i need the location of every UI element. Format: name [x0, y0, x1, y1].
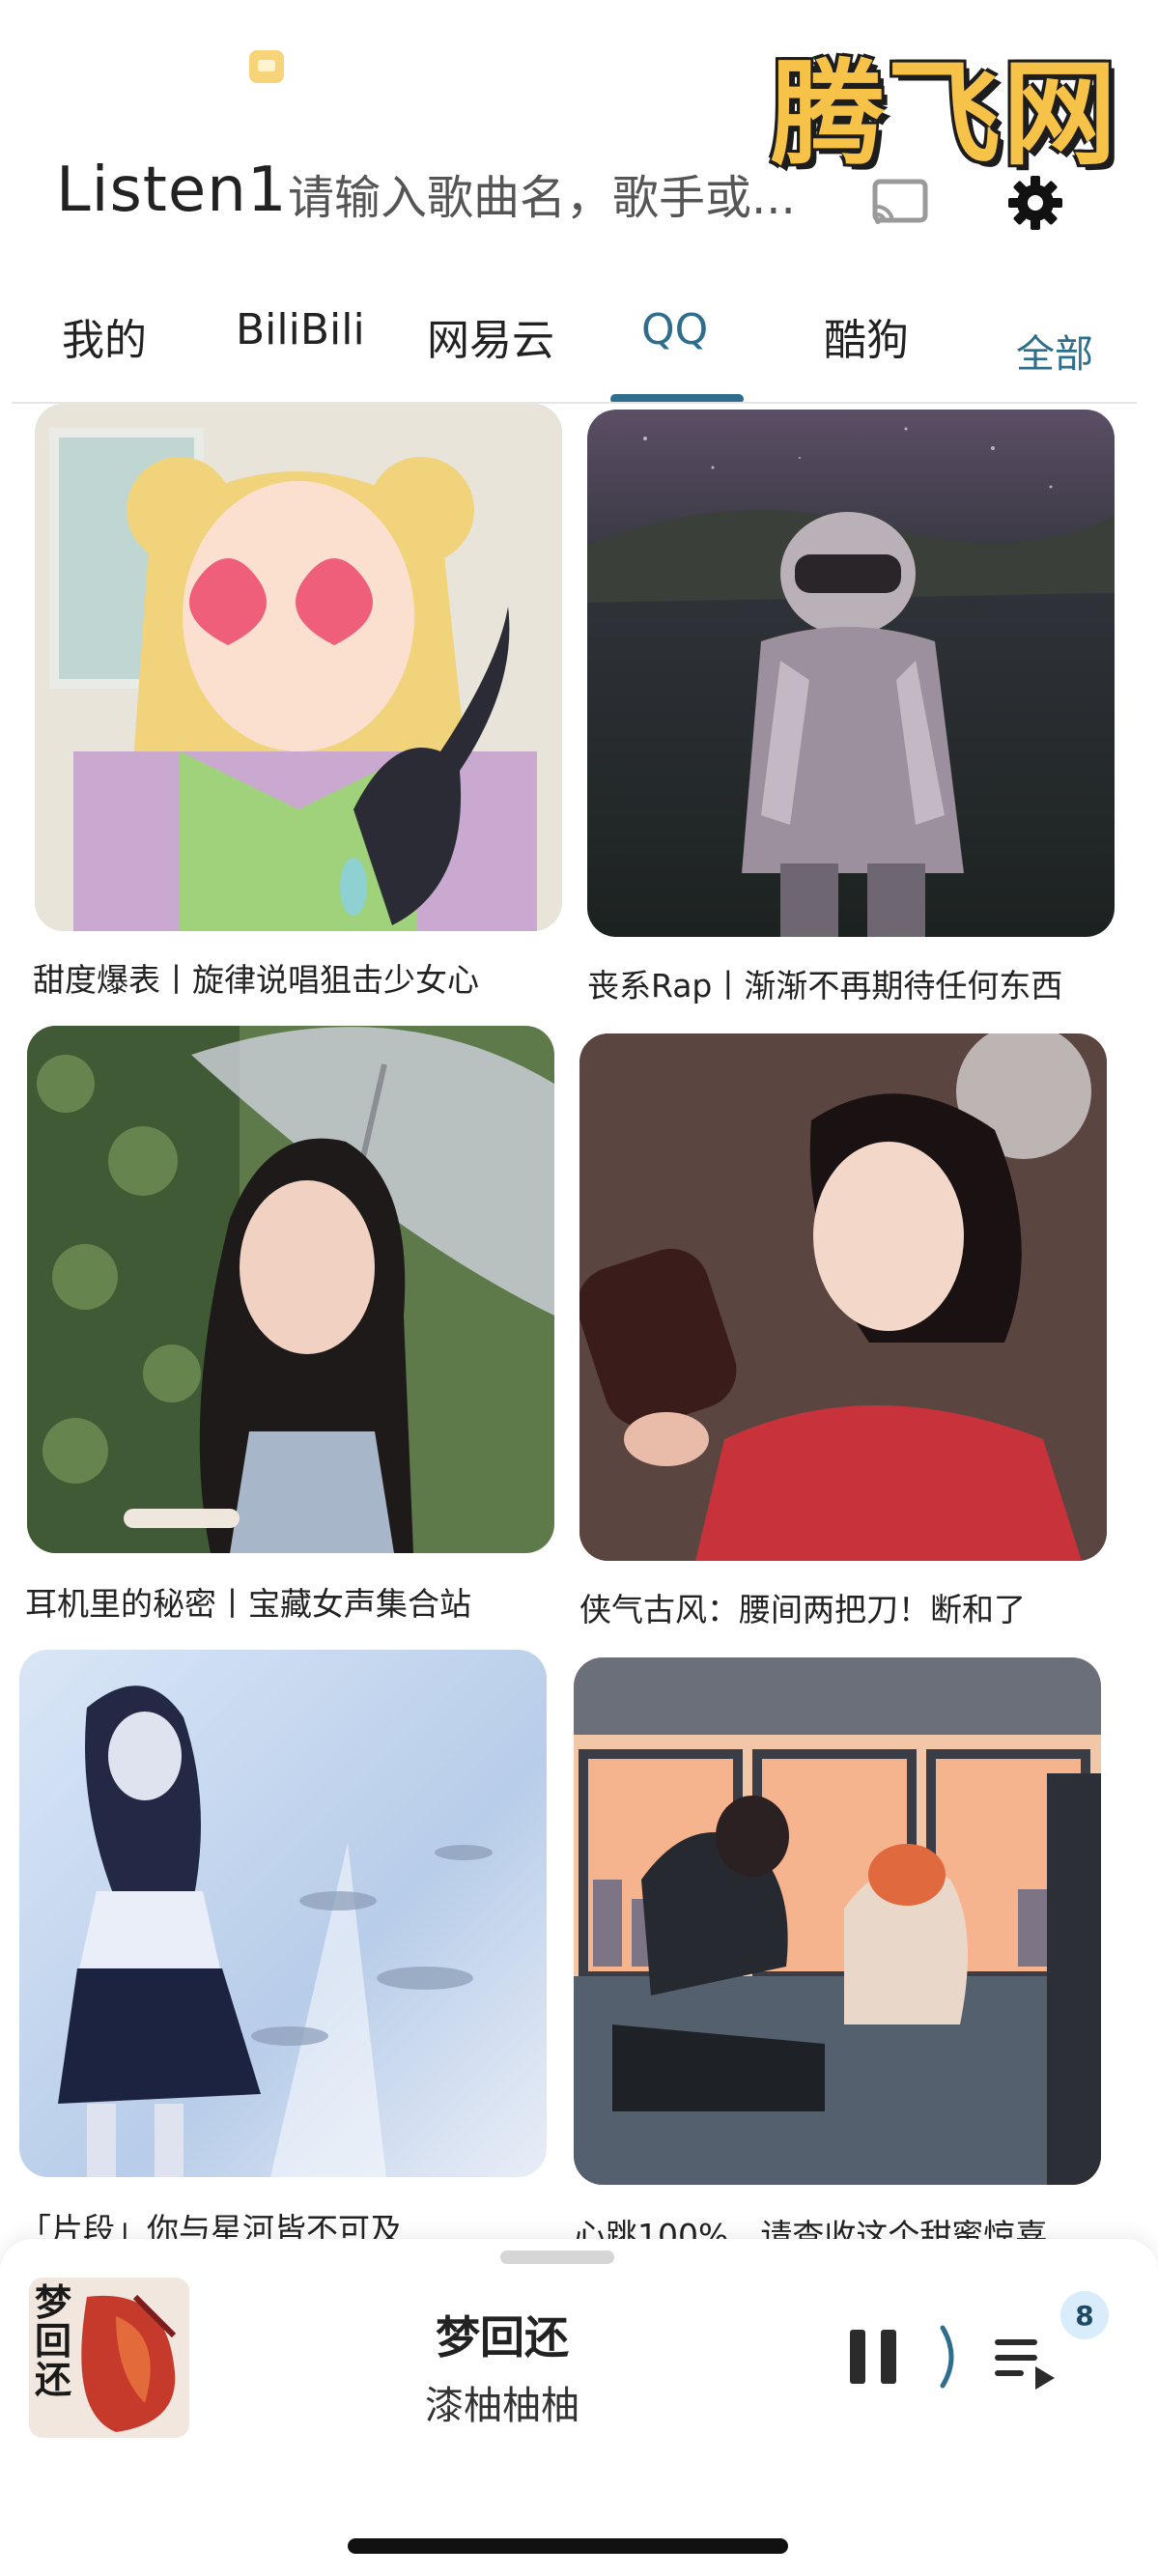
search-input[interactable]: [288, 164, 809, 232]
queue-icon[interactable]: [993, 2335, 1060, 2390]
playlist-cover-6[interactable]: [574, 1657, 1101, 2185]
playlist-cover-3[interactable]: [27, 1026, 554, 1553]
playlist-cover-2[interactable]: [587, 410, 1115, 937]
playlist-title-3[interactable]: 耳机里的秘密丨宝藏女声集合站: [25, 1578, 471, 1625]
queue-count-badge: 8: [1060, 2291, 1109, 2339]
watermark-logo: 腾飞网: [770, 46, 1118, 181]
playlist-cover-5[interactable]: [19, 1650, 547, 2177]
app-title: Listen1: [56, 155, 288, 226]
tab-netease[interactable]: 网易云: [427, 305, 554, 367]
tab-qq[interactable]: QQ: [641, 305, 708, 354]
home-indicator[interactable]: [348, 2538, 788, 2554]
next-icon[interactable]: [935, 2322, 964, 2392]
tab-bilibili[interactable]: BiliBili: [236, 305, 365, 354]
tab-mine[interactable]: 我的: [62, 305, 147, 367]
notification-chat-icon: [249, 50, 284, 83]
tab-kugou[interactable]: 酷狗: [824, 305, 909, 367]
cast-icon[interactable]: [871, 178, 929, 228]
tab-all[interactable]: 全部: [1016, 323, 1093, 379]
player-drag-handle[interactable]: [500, 2250, 614, 2264]
playlist-cover-1[interactable]: [35, 404, 562, 931]
pause-icon[interactable]: [846, 2326, 900, 2388]
gear-icon[interactable]: [1006, 174, 1064, 232]
playlist-title-2[interactable]: 丧系Rap丨渐渐不再期待任何东西: [587, 960, 1062, 1006]
playlist-title-1[interactable]: 甜度爆表丨旋律说唱狙击少女心: [33, 954, 479, 1001]
playlist-cover-4[interactable]: [579, 1033, 1107, 1561]
playlist-title-4[interactable]: 侠气古风：腰间两把刀！断和了: [579, 1584, 1026, 1630]
